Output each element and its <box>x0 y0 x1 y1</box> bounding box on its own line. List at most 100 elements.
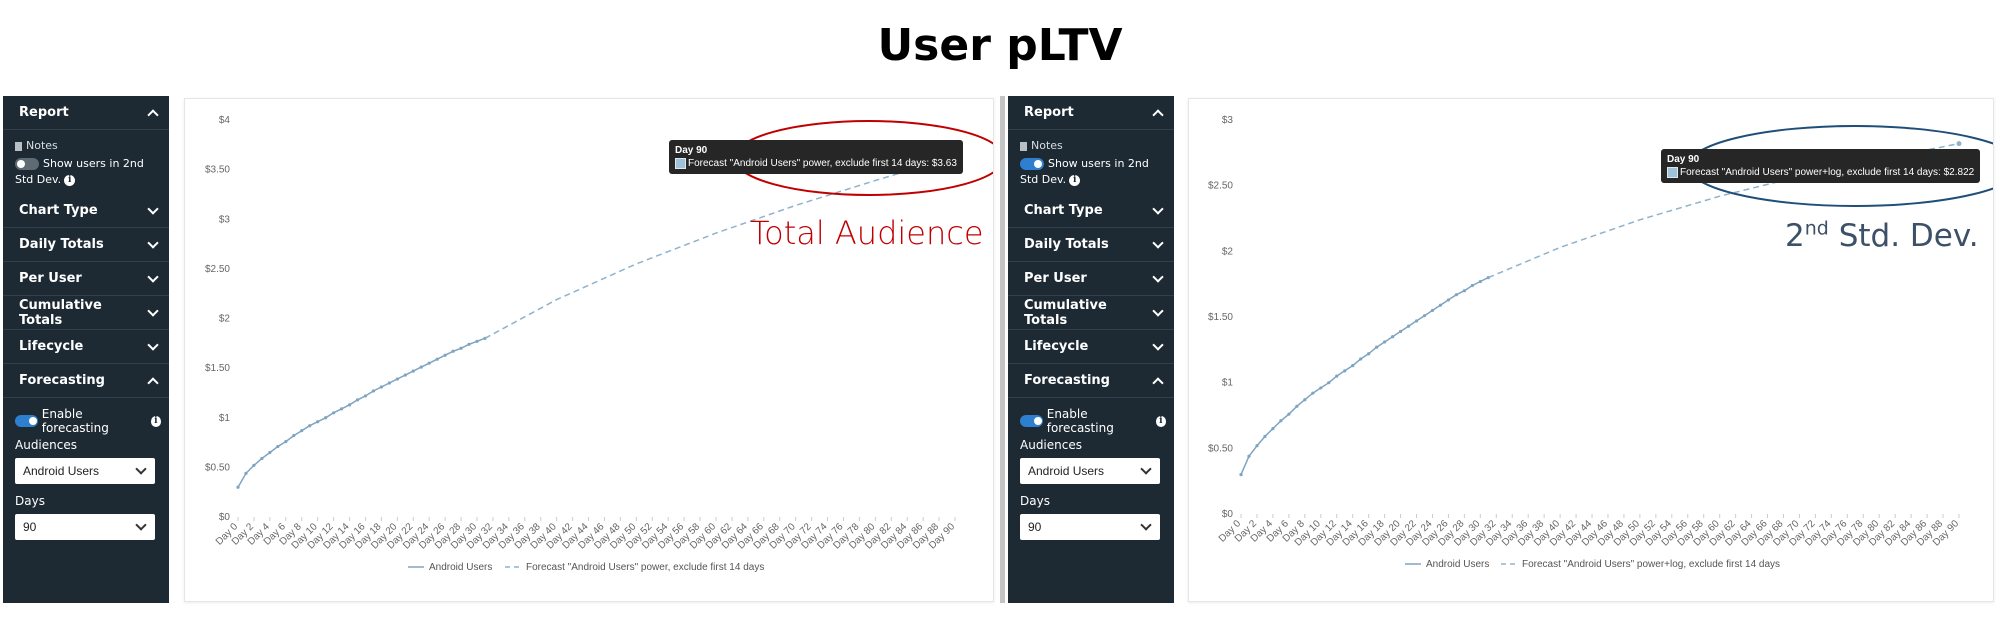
enable-forecasting-toggle[interactable] <box>15 415 38 427</box>
legend-actual[interactable]: Android Users <box>429 562 492 573</box>
data-point <box>252 463 256 467</box>
data-point <box>427 361 431 365</box>
section-label: Daily Totals <box>19 237 104 252</box>
data-point <box>1239 473 1243 477</box>
audiences-value: Android Users <box>23 464 100 478</box>
days-value: 90 <box>1028 520 1042 534</box>
info-icon[interactable]: i <box>150 415 162 427</box>
plot-area[interactable] <box>1239 140 1963 477</box>
chevron-down-icon <box>1152 338 1164 351</box>
data-point <box>1454 293 1458 297</box>
info-icon[interactable]: i <box>1069 174 1081 186</box>
data-point <box>1422 314 1427 318</box>
data-point <box>1319 386 1323 390</box>
y-tick-label: $1 <box>219 413 231 424</box>
data-point <box>347 403 352 407</box>
chevron-down-icon <box>1140 519 1152 531</box>
data-point <box>435 357 439 361</box>
show-users-toggle[interactable] <box>15 158 39 170</box>
data-point <box>1446 298 1451 302</box>
tooltip-swatch <box>675 157 686 169</box>
audiences-select[interactable]: Android Users <box>1020 458 1160 484</box>
section-per-user[interactable]: Per User <box>3 262 169 296</box>
data-point <box>1343 369 1347 373</box>
section-cumulative-totals[interactable]: Cumulative Totals <box>3 296 169 330</box>
chevron-down-icon <box>135 463 147 475</box>
audiences-label: Audiences <box>1020 438 1082 452</box>
data-point <box>1247 454 1251 458</box>
section-per-user[interactable]: Per User <box>1008 262 1174 296</box>
y-axis: $0 $0.50 $1 $1.50 $2 $2.50 $3 <box>1208 115 1233 520</box>
days-value: 90 <box>23 520 37 534</box>
data-point <box>1263 434 1267 439</box>
tooltip-title: Day 90 <box>675 145 708 156</box>
y-tick-label: $2 <box>1222 246 1234 257</box>
std-dev-text: Std. Dev. <box>1828 218 1979 254</box>
section-label: Daily Totals <box>1024 237 1109 252</box>
notes-link[interactable]: Notes <box>15 138 159 154</box>
std-dev-suffix: nd <box>1804 217 1829 240</box>
data-point <box>339 407 344 411</box>
data-point <box>419 365 423 369</box>
section-label: Cumulative Totals <box>19 297 102 328</box>
chart-left-svg[interactable]: $0 $0.50 $1 $1.50 $2 $2.50 $3 $3.50 $4 Day 0Day … <box>185 99 993 601</box>
data-point <box>316 420 320 424</box>
report-header[interactable]: Report <box>3 96 169 130</box>
days-select[interactable]: 90 <box>1020 514 1160 540</box>
data-point <box>1295 404 1299 408</box>
section-lifecycle[interactable]: Lifecycle <box>1008 330 1174 364</box>
forecasting-label: Forecasting <box>1024 373 1110 388</box>
legend-forecast[interactable]: Forecast "Android Users" power+log, excl… <box>1522 559 1780 570</box>
section-lifecycle[interactable]: Lifecycle <box>3 330 169 364</box>
data-point <box>1287 412 1291 416</box>
data-point <box>379 385 383 389</box>
tooltip-left: Day 90 Forecast "Android Users" power, e… <box>669 140 963 174</box>
annotation-std-dev: 2nd Std. Dev. <box>1785 218 1979 254</box>
y-tick-label: $3 <box>219 214 231 225</box>
chart-panel-left: $0 $0.50 $1 $1.50 $2 $2.50 $3 $3.50 $4 Day 0 Day … <box>184 98 994 602</box>
section-cumulative-totals[interactable]: Cumulative Totals <box>1008 296 1174 330</box>
section-chart-type[interactable]: Chart Type <box>3 194 169 228</box>
report-header[interactable]: Report <box>1008 96 1174 130</box>
section-daily-totals[interactable]: Daily Totals <box>3 228 169 262</box>
page-title: User pLTV <box>877 20 1123 71</box>
forecasting-label: Forecasting <box>19 373 105 388</box>
legend-forecast[interactable]: Forecast "Android Users" power, exclude … <box>526 562 764 573</box>
section-label: Chart Type <box>1024 203 1103 218</box>
section-daily-totals[interactable]: Daily Totals <box>1008 228 1174 262</box>
y-tick-label: $0.50 <box>1208 443 1233 454</box>
y-tick-label: $0.50 <box>205 462 230 473</box>
data-point <box>300 429 304 433</box>
data-point <box>332 411 336 415</box>
days-select[interactable]: 90 <box>15 514 155 540</box>
section-forecasting[interactable]: Forecasting <box>1008 364 1174 398</box>
enable-forecasting-toggle[interactable] <box>1020 415 1043 427</box>
enable-forecasting-label: Enable forecasting <box>41 407 109 435</box>
legend-actual[interactable]: Android Users <box>1426 559 1489 570</box>
y-axis: $0 $0.50 $1 $1.50 $2 $2.50 $3 $3.50 $4 <box>205 115 230 523</box>
data-point <box>1375 345 1379 349</box>
report-label: Report <box>1024 105 1074 120</box>
data-point <box>1462 289 1466 293</box>
plot-area[interactable] <box>236 153 959 489</box>
section-label: Per User <box>1024 271 1087 286</box>
info-icon[interactable]: i <box>64 174 76 186</box>
show-users-toggle[interactable] <box>1020 158 1044 170</box>
info-icon[interactable]: i <box>1155 415 1167 427</box>
section-label: Lifecycle <box>1024 339 1089 354</box>
chevron-down-icon <box>147 304 159 317</box>
y-tick-label: $4 <box>219 115 231 126</box>
data-point <box>284 439 288 444</box>
notes-link[interactable]: Notes <box>1020 138 1164 154</box>
chevron-up-icon <box>1152 376 1164 389</box>
tooltip-text: Forecast "Android Users" power, exclude … <box>688 158 957 169</box>
audiences-select[interactable]: Android Users <box>15 458 155 484</box>
section-forecasting[interactable]: Forecasting <box>3 364 169 398</box>
y-tick-label: $3.50 <box>205 165 230 176</box>
x-axis: Day 0Day 2Day 4Day 6Day 8Day 10Day 12Day… <box>214 517 957 552</box>
data-point <box>395 377 399 381</box>
panel-divider <box>1000 96 1005 603</box>
data-point <box>292 434 296 438</box>
section-chart-type[interactable]: Chart Type <box>1008 194 1174 228</box>
forecasting-body: Enable forecasting i Audiences Android Us… <box>1008 398 1174 540</box>
